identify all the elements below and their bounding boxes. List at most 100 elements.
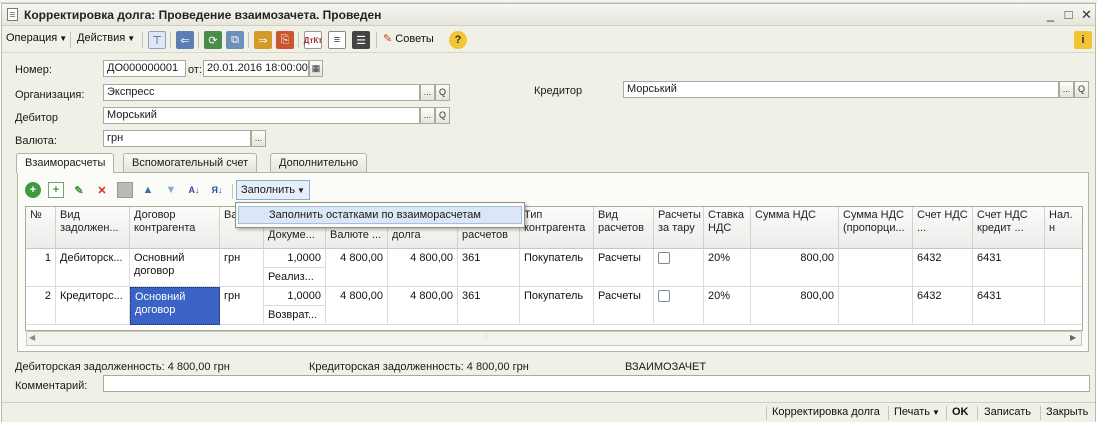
row1-document[interactable]: Реализ... (264, 268, 326, 287)
row2-amount[interactable]: 4 800,00 (388, 287, 458, 325)
debtor-search-icon[interactable]: Q (435, 107, 450, 124)
row2-rate[interactable]: 1,0000 (264, 287, 326, 306)
row2-vat-amount[interactable]: 800,00 (751, 287, 839, 325)
currency-select-button[interactable]: ... (251, 130, 266, 147)
number-field[interactable]: ДО000000001 (103, 60, 186, 77)
journal-icon[interactable]: ≡ (328, 31, 346, 49)
print-form-icon[interactable]: ⎘ (276, 31, 294, 49)
column-header-debt-kind[interactable]: Вид задолжен... (56, 207, 130, 249)
row1-tax[interactable] (1045, 249, 1082, 287)
column-header-vat-account-credit[interactable]: Счет НДС кредит ... (973, 207, 1045, 249)
actions-menu[interactable]: Действия ▼ (77, 32, 135, 48)
debtor-select-button[interactable]: ... (420, 107, 435, 124)
row2-document[interactable]: Возврат... (264, 306, 326, 325)
fill-button[interactable]: Заполнить ▼ (236, 180, 310, 200)
row2-tax[interactable] (1045, 287, 1082, 325)
tips-button[interactable]: ✎ Советы (383, 32, 434, 48)
creditor-field[interactable]: Морський (623, 81, 1059, 98)
edit-row-icon[interactable]: ✎ (71, 182, 87, 198)
tab-mutual-settlements[interactable]: Взаиморасчеты (16, 153, 115, 173)
sort-ascending-icon[interactable]: А↓ (186, 182, 202, 198)
calendar-icon[interactable]: ▦ (309, 60, 323, 77)
minimize-button[interactable]: _ (1042, 6, 1059, 23)
move-down-icon[interactable]: ▼ (163, 182, 179, 198)
move-up-icon[interactable]: ▲ (140, 182, 156, 198)
column-header-vat-rate[interactable]: Ставка НДС (704, 207, 751, 249)
row1-currency[interactable]: грн (220, 249, 264, 287)
info-icon[interactable]: i (1074, 31, 1092, 49)
column-header-vat-amount[interactable]: Сумма НДС (751, 207, 839, 249)
row1-amount-currency[interactable]: 4 800,00 (326, 249, 388, 287)
end-edit-icon[interactable] (117, 182, 133, 198)
fill-by-balances-menu-item[interactable]: Заполнить остатками по взаиморасчетам (238, 206, 522, 224)
horizontal-scrollbar[interactable]: ◀ ⁞ ▶ (26, 331, 1082, 346)
tab-auxiliary-account[interactable]: Вспомогательный счет (123, 153, 258, 172)
column-header-number[interactable]: № (26, 207, 56, 249)
row2-vat-prop[interactable] (839, 287, 913, 325)
row1-account[interactable]: 361 (458, 249, 520, 287)
row2-amount-currency[interactable]: 4 800,00 (326, 287, 388, 325)
column-header-tax[interactable]: Нал. н (1045, 207, 1082, 249)
row1-debt-kind[interactable]: Дебиторск... (56, 249, 130, 287)
row1-vat-amount[interactable]: 800,00 (751, 249, 839, 287)
scroll-thumb-grip[interactable]: ⁞ (485, 334, 487, 341)
delete-row-icon[interactable]: ✕ (94, 182, 110, 198)
tab-additional[interactable]: Дополнительно (270, 153, 368, 172)
close-form-button[interactable]: Закрыть (1046, 406, 1088, 418)
debit-credit-icon[interactable]: ДтКт (304, 31, 322, 49)
row1-number[interactable]: 1 (26, 249, 56, 287)
print-button[interactable]: Печать ▼ (894, 406, 940, 418)
maximize-button[interactable]: □ (1060, 6, 1077, 23)
row2-settlement-kind[interactable]: Расчеты (594, 287, 654, 325)
row1-counterparty-type[interactable]: Покупатель (520, 249, 594, 287)
refresh-icon[interactable]: ⟳ (204, 31, 222, 49)
settlements-table[interactable]: № Вид задолжен... Договор контрагента Ва… (25, 206, 1083, 331)
row1-vat-rate[interactable]: 20% (704, 249, 751, 287)
creditor-search-icon[interactable]: Q (1074, 81, 1089, 98)
column-header-counterparty-type[interactable]: Тип контрагента (520, 207, 594, 249)
row2-vat-account-credit[interactable]: 6431 (973, 287, 1045, 325)
save-button[interactable]: Записать (984, 406, 1031, 418)
row1-vat-account[interactable]: 6432 (913, 249, 973, 287)
column-header-contract[interactable]: Договор контрагента (130, 207, 220, 249)
row2-vat-account[interactable]: 6432 (913, 287, 973, 325)
column-header-container[interactable]: Расчеты за тару (654, 207, 704, 249)
organization-select-button[interactable]: ... (420, 84, 435, 101)
row2-currency[interactable]: грн (220, 287, 264, 325)
structure-icon[interactable]: ⊤ (148, 31, 166, 49)
structure-of-subordination-icon[interactable]: ⇒ (254, 31, 272, 49)
add-row-icon[interactable]: + (25, 182, 41, 198)
column-header-vat-prop[interactable]: Сумма НДС (пропорци... (839, 207, 913, 249)
row2-debt-kind[interactable]: Кредиторс... (56, 287, 130, 325)
row1-rate[interactable]: 1,0000 (264, 249, 326, 268)
row2-account[interactable]: 361 (458, 287, 520, 325)
comment-field[interactable] (103, 375, 1090, 392)
debt-adjustment-button[interactable]: Корректировка долга (772, 406, 880, 418)
row2-contract[interactable]: Основний договор (130, 287, 220, 325)
close-button[interactable]: ✕ (1078, 6, 1095, 23)
post-document-icon[interactable]: ⇐ (176, 31, 194, 49)
row2-number[interactable]: 2 (26, 287, 56, 325)
debtor-field[interactable]: Морський (103, 107, 420, 124)
row2-vat-rate[interactable]: 20% (704, 287, 751, 325)
row1-vat-prop[interactable] (839, 249, 913, 287)
organization-field[interactable]: Экспресс (103, 84, 420, 101)
row2-container-checkbox[interactable] (658, 290, 670, 302)
scroll-left-icon[interactable]: ◀ (29, 333, 35, 342)
currency-field[interactable]: грн (103, 130, 251, 147)
column-header-vat-account[interactable]: Счет НДС ... (913, 207, 973, 249)
creditor-select-button[interactable]: ... (1059, 81, 1074, 98)
column-header-settlement-kind[interactable]: Вид расчетов (594, 207, 654, 249)
row1-amount[interactable]: 4 800,00 (388, 249, 458, 287)
help-icon[interactable]: ? (449, 31, 467, 49)
row2-counterparty-type[interactable]: Покупатель (520, 287, 594, 325)
row1-contract[interactable]: Основний договор (130, 249, 220, 287)
copy-document-icon[interactable]: ⧉ (226, 31, 244, 49)
row1-container-checkbox[interactable] (658, 252, 670, 264)
row1-vat-account-credit[interactable]: 6431 (973, 249, 1045, 287)
copy-row-icon[interactable]: + (48, 182, 64, 198)
date-field[interactable]: 20.01.2016 18:00:00 (203, 60, 309, 77)
scroll-right-icon[interactable]: ▶ (1070, 333, 1076, 342)
sort-descending-icon[interactable]: Я↓ (209, 182, 225, 198)
operation-menu[interactable]: Операция ▼ (6, 32, 67, 48)
